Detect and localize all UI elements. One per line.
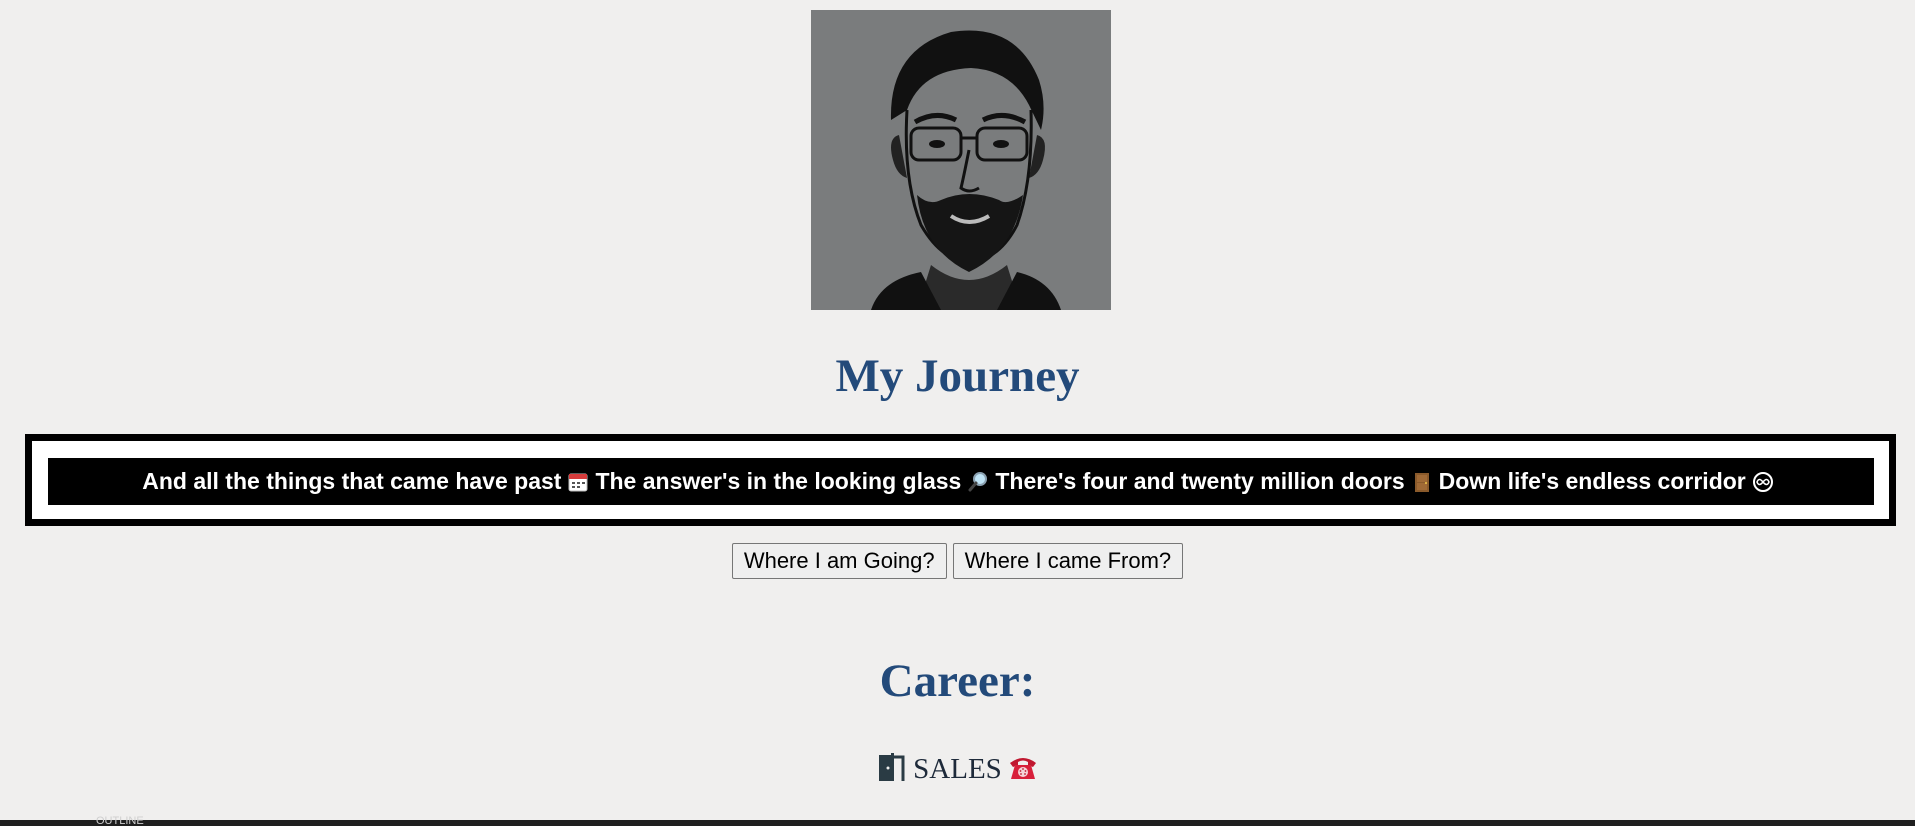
- lyrics-marquee: And all the things that came have past Th…: [48, 458, 1874, 505]
- lyric-line: There's four and twenty million doors: [995, 468, 1405, 494]
- career-label: SALES: [913, 753, 1002, 785]
- editor-bottom-bar: OUTLINE: [0, 816, 1915, 826]
- page-title: My Journey: [835, 350, 1080, 402]
- lyric-line: Down life's endless corridor: [1438, 468, 1746, 494]
- infinity-icon: [1752, 471, 1774, 493]
- where-going-button[interactable]: Where I am Going?: [731, 543, 947, 579]
- lyric-line: And all the things that came have past: [142, 468, 562, 494]
- where-came-from-button[interactable]: Where I came From?: [952, 543, 1184, 579]
- outline-label[interactable]: OUTLINE: [96, 816, 144, 826]
- calendar-icon: [567, 471, 589, 493]
- career-item: SALES: [0, 750, 1915, 788]
- career-heading: Career:: [879, 655, 1036, 707]
- door-exit-icon: [875, 751, 909, 783]
- door-icon: [1411, 471, 1433, 493]
- portrait-image: [811, 10, 1111, 310]
- navigation-buttons: Where I am Going? Where I came From?: [0, 543, 1915, 579]
- magnifying-glass-icon: [967, 471, 989, 493]
- telephone-icon: [1006, 751, 1040, 783]
- lyric-line: The answer's in the looking glass: [595, 468, 962, 494]
